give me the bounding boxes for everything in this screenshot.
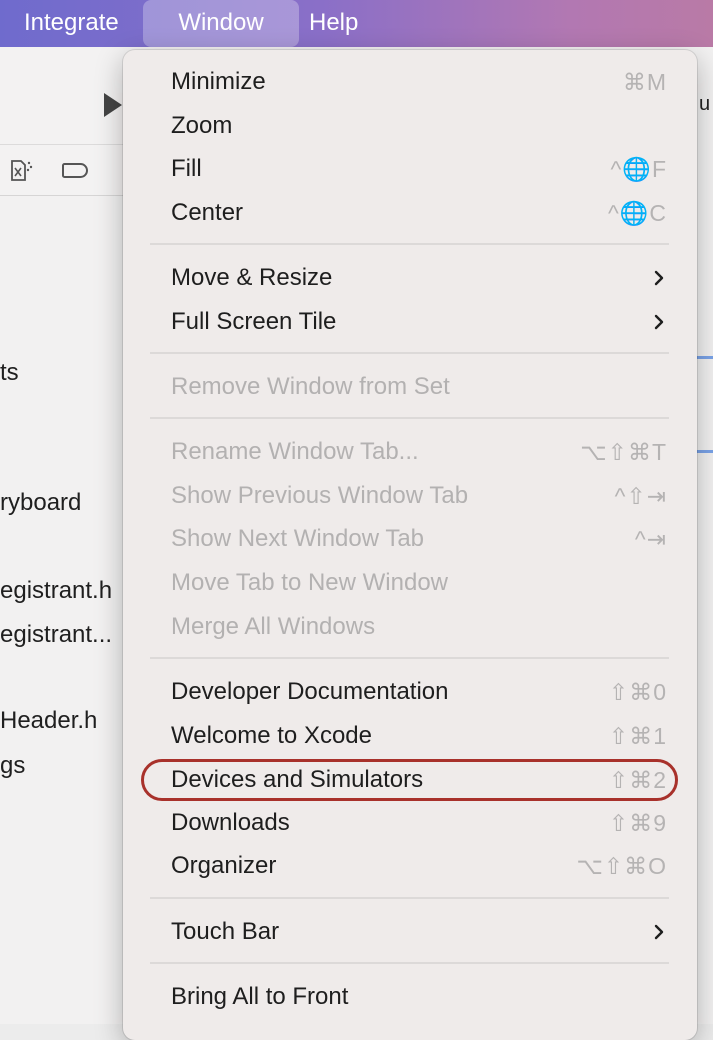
menu-item-label: Rename Window Tab... <box>171 438 419 465</box>
menu-separator <box>150 897 669 899</box>
menu-item-label: Show Previous Window Tab <box>171 482 469 509</box>
editor-edge <box>697 47 713 1024</box>
menu-item-developer-documentation[interactable]: Developer Documentation ⇧⌘0 <box>123 672 697 712</box>
menu-item-devices-and-simulators[interactable]: Devices and Simulators ⇧⌘2 <box>123 760 697 800</box>
menu-item-label: Developer Documentation <box>171 678 449 705</box>
menu-item-remove-window-from-set: Remove Window from Set <box>123 367 697 407</box>
menu-item-touch-bar[interactable]: Touch Bar <box>123 912 697 952</box>
navigator-file-item[interactable]: egistrant.h <box>0 577 112 605</box>
menu-item-label: Minimize <box>171 68 266 95</box>
menu-item-label: Show Next Window Tab <box>171 525 425 552</box>
menu-item-center[interactable]: Center ^🌐C <box>123 193 697 233</box>
menu-item-label: Move & Resize <box>171 264 333 291</box>
chevron-right-icon <box>654 924 664 940</box>
editor-edge-line <box>697 450 713 453</box>
menu-item-label: Remove Window from Set <box>171 373 450 400</box>
navigator-file-item[interactable]: gs <box>0 752 25 780</box>
menubar-window[interactable]: Window <box>143 0 299 47</box>
menu-item-shortcut: ⇧⌘9 <box>608 810 667 836</box>
menu-item-label: Zoom <box>171 112 233 139</box>
menu-item-welcome-to-xcode[interactable]: Welcome to Xcode ⇧⌘1 <box>123 716 697 756</box>
menu-item-full-screen-tile[interactable]: Full Screen Tile <box>123 302 697 342</box>
menu-item-show-previous-window-tab: Show Previous Window Tab ^⇧⇥ <box>123 476 697 516</box>
chevron-right-icon <box>654 270 664 286</box>
menubar-help[interactable]: Help <box>309 0 358 47</box>
menubar-integrate[interactable]: Integrate <box>24 0 119 47</box>
menu-item-move-resize[interactable]: Move & Resize <box>123 258 697 298</box>
menu-separator <box>150 417 669 419</box>
menu-separator <box>150 962 669 964</box>
menu-item-label: Merge All Windows <box>171 613 376 640</box>
menu-item-minimize[interactable]: Minimize ⌘M <box>123 62 697 102</box>
menu-item-shortcut: ⌥⇧⌘T <box>580 439 667 465</box>
run-icon[interactable] <box>104 93 122 117</box>
menu-item-label: Devices and Simulators <box>171 766 424 793</box>
menu-item-label: Bring All to Front <box>171 983 349 1010</box>
menu-item-organizer[interactable]: Organizer ⌥⇧⌘O <box>123 846 697 886</box>
navigator-file-item[interactable]: ryboard <box>0 489 81 517</box>
menu-separator <box>150 352 669 354</box>
menu-item-shortcut: ^⇧⇥ <box>614 483 667 509</box>
menu-item-label: Fill <box>171 155 202 182</box>
menu-item-shortcut: ^⇥ <box>634 526 667 552</box>
menu-item-show-next-window-tab: Show Next Window Tab ^⇥ <box>123 519 697 559</box>
menu-item-shortcut: ⇧⌘0 <box>608 679 667 705</box>
chevron-right-icon <box>654 314 664 330</box>
menu-item-label: Touch Bar <box>171 918 280 945</box>
tag-icon[interactable] <box>62 163 88 178</box>
menu-item-shortcut: ^🌐F <box>610 156 667 182</box>
menu-item-label: Full Screen Tile <box>171 308 337 335</box>
menu-item-zoom[interactable]: Zoom <box>123 106 697 146</box>
menu-item-shortcut: ⌥⇧⌘O <box>576 853 667 879</box>
menu-item-bring-all-to-front[interactable]: Bring All to Front <box>123 977 697 1017</box>
menu-item-move-tab-to-new-window: Move Tab to New Window <box>123 563 697 603</box>
menu-bar: Integrate Window Help <box>0 0 713 47</box>
menu-item-label: Move Tab to New Window <box>171 569 449 596</box>
document-icon[interactable] <box>4 158 34 184</box>
navigator-file-item[interactable]: ts <box>0 359 19 387</box>
menu-separator <box>150 243 669 245</box>
menu-item-label: Center <box>171 199 244 226</box>
menu-item-shortcut: ⇧⌘2 <box>608 767 667 793</box>
menu-item-shortcut: ^🌐C <box>607 200 667 226</box>
window-menu: Minimize ⌘M Zoom Fill ^🌐F Center ^🌐C Mov… <box>123 50 697 1040</box>
menu-item-shortcut: ⌘M <box>622 69 667 95</box>
editor-edge-text: u <box>699 93 711 115</box>
menu-item-merge-all-windows: Merge All Windows <box>123 607 697 647</box>
editor-edge-line <box>697 356 713 359</box>
menu-item-rename-window-tab: Rename Window Tab... ⌥⇧⌘T <box>123 432 697 472</box>
menu-item-label: Welcome to Xcode <box>171 722 372 749</box>
menu-item-fill[interactable]: Fill ^🌐F <box>123 149 697 189</box>
navigator-file-item[interactable]: Header.h <box>0 707 97 735</box>
menu-item-label: Organizer <box>171 852 277 879</box>
navigator-file-item[interactable]: egistrant... <box>0 621 112 649</box>
menu-separator <box>150 657 669 659</box>
menu-item-downloads[interactable]: Downloads ⇧⌘9 <box>123 803 697 843</box>
menu-item-shortcut: ⇧⌘1 <box>608 723 667 749</box>
menu-item-label: Downloads <box>171 809 290 836</box>
